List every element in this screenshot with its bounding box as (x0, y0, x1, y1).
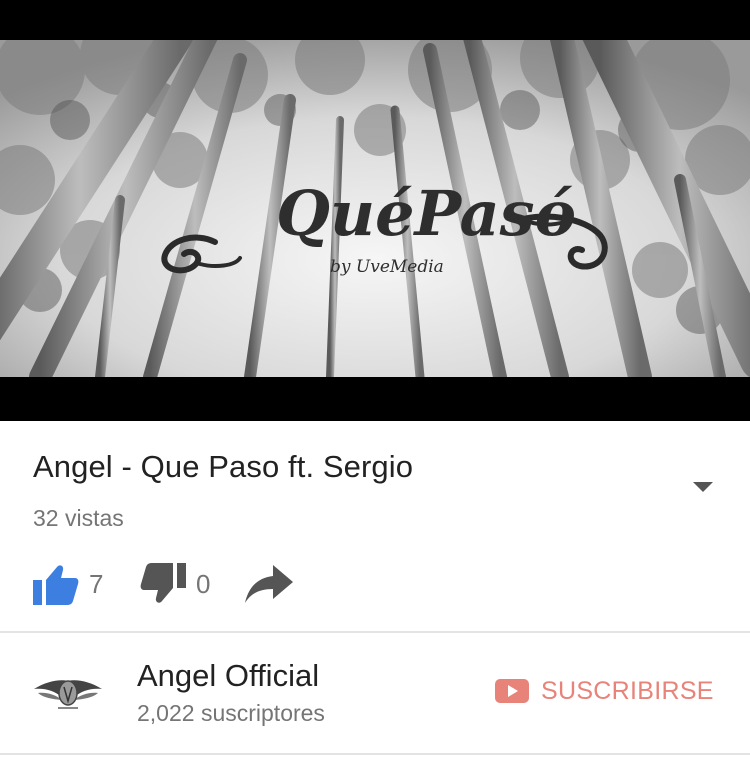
subscriber-count: 2,022 suscriptores (137, 700, 325, 726)
thumbs-down-icon (140, 563, 186, 603)
video-info: Angel - Que Paso ft. Sergio 32 vistas 7 … (0, 421, 750, 633)
thumbs-up-icon (33, 565, 79, 605)
chevron-down-icon (693, 482, 713, 492)
action-bar: 7 0 (0, 559, 750, 609)
like-count: 7 (89, 568, 104, 599)
view-count: 32 vistas (33, 505, 124, 531)
channel-avatar[interactable] (32, 673, 104, 713)
like-button[interactable]: 7 (33, 559, 103, 609)
thumbnail-byline: by UveMedia (330, 257, 444, 277)
channel-name[interactable]: Angel Official (137, 658, 319, 694)
thumbnail-logo: QuéPasó (276, 177, 576, 250)
dislike-button[interactable]: 0 (140, 559, 210, 609)
video-thumbnail[interactable]: QuéPasó by UveMedia (0, 40, 750, 377)
channel-row: Angel Official 2,022 suscriptores SUSCRI… (0, 633, 750, 753)
share-button[interactable] (245, 559, 293, 609)
dislike-count: 0 (196, 568, 211, 599)
expand-description-button[interactable] (683, 471, 723, 501)
subscribe-label: SUSCRIBIRSE (541, 676, 714, 705)
video-title: Angel - Que Paso ft. Sergio (33, 449, 414, 484)
youtube-play-icon (495, 679, 529, 703)
subscribe-button[interactable]: SUSCRIBIRSE (495, 671, 714, 711)
forest-background: QuéPasó by UveMedia (0, 40, 750, 377)
angel-wings-logo (34, 680, 102, 709)
share-icon (245, 565, 293, 603)
video-player[interactable]: QuéPasó by UveMedia (0, 0, 750, 421)
divider (0, 753, 750, 755)
